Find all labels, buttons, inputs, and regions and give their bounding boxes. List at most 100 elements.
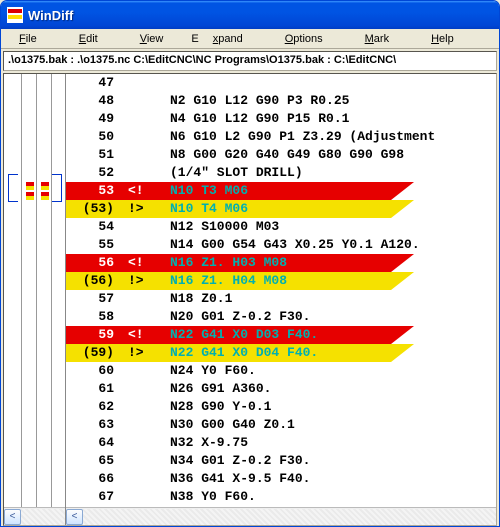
code-text: N26 G91 A360.	[168, 380, 496, 398]
line-number: 54	[66, 218, 124, 236]
menu-expand[interactable]: Expand	[191, 33, 256, 45]
code-text: N10 T4 M06	[168, 200, 496, 218]
scroll-left-icon[interactable]: <	[66, 509, 83, 525]
diff-line-left[interactable]: 59<!N22 G41 X0 D03 F40.	[66, 326, 496, 344]
code-text: N10 T3 M06	[168, 182, 496, 200]
menu-mark[interactable]: Mark	[351, 33, 403, 45]
line-number: 51	[66, 146, 124, 164]
scroll-track[interactable]	[83, 509, 496, 525]
outline-panel[interactable]: <	[4, 74, 66, 525]
code-text	[168, 74, 496, 92]
outline-mark-right	[41, 186, 49, 190]
outline-bracket	[8, 174, 9, 202]
outline-mark-left	[26, 196, 34, 200]
diff-symbol: <!	[124, 182, 168, 200]
line-number: 49	[66, 110, 124, 128]
line-number: 48	[66, 92, 124, 110]
outline-mark-right	[41, 196, 49, 200]
scroll-left-icon[interactable]: <	[4, 509, 21, 525]
line-number: 61	[66, 380, 124, 398]
line-number: 67	[66, 488, 124, 506]
line-number: 60	[66, 362, 124, 380]
menu-edit[interactable]: Edit	[65, 33, 112, 45]
diff-line[interactable]: 62 N28 G90 Y-0.1	[66, 398, 496, 416]
menu-options[interactable]: Options	[271, 33, 337, 45]
line-number: 64	[66, 434, 124, 452]
menu-file[interactable]: File	[5, 33, 51, 45]
diff-line-left[interactable]: 56<!N16 Z1. H03 M08	[66, 254, 496, 272]
line-number: (56)	[66, 272, 124, 290]
outline-scrollbar[interactable]: <	[4, 507, 65, 525]
code-text: N34 G01 Z-0.2 F30.	[168, 452, 496, 470]
line-number: 57	[66, 290, 124, 308]
titlebar[interactable]: WinDiff	[1, 1, 499, 29]
line-number: 62	[66, 398, 124, 416]
diff-line[interactable]: 58N20 G01 Z-0.2 F30.	[66, 308, 496, 326]
diff-symbol	[124, 416, 168, 434]
diff-line[interactable]: 66 N36 G41 X-9.5 F40.	[66, 470, 496, 488]
diff-symbol	[124, 236, 168, 254]
diff-line[interactable]: 60 N24 Y0 F60.	[66, 362, 496, 380]
diff-line[interactable]: 48 N2 G10 L12 G90 P3 R0.25	[66, 92, 496, 110]
outline-bracket	[8, 174, 18, 175]
diff-line[interactable]: 51N8 G00 G20 G40 G49 G80 G90 G98	[66, 146, 496, 164]
diff-line[interactable]: 49N4 G10 L12 G90 P15 R0.1	[66, 110, 496, 128]
diff-line-left[interactable]: 53<!N10 T3 M06	[66, 182, 496, 200]
diff-line[interactable]: 57 N18 Z0.1	[66, 290, 496, 308]
diff-line[interactable]: 67N38 Y0 F60.	[66, 488, 496, 506]
line-number: 52	[66, 164, 124, 182]
code-text: N20 G01 Z-0.2 F30.	[168, 308, 496, 326]
outline-mark-left	[26, 186, 34, 190]
code-text: N36 G41 X-9.5 F40.	[168, 470, 496, 488]
diff-line-right[interactable]: (59)!>N22 G41 X0 D04 F40.	[66, 344, 496, 362]
scroll-track[interactable]	[21, 509, 65, 525]
diff-symbol	[124, 74, 168, 92]
windiff-app-icon	[7, 7, 23, 23]
line-number: 53	[66, 182, 124, 200]
line-number: 66	[66, 470, 124, 488]
diff-symbol	[124, 398, 168, 416]
pathbar: .\o1375.bak : .\o1375.nc C:\EditCNC\NC P…	[3, 51, 497, 71]
line-number: 56	[66, 254, 124, 272]
outline-bracket	[52, 201, 62, 202]
diff-line[interactable]: 50N6 G10 L2 G90 P1 Z3.29 (Adjustment	[66, 128, 496, 146]
diff-line[interactable]: 65 N34 G01 Z-0.2 F30.	[66, 452, 496, 470]
code-text: N22 G41 X0 D03 F40.	[168, 326, 496, 344]
diff-symbol	[124, 218, 168, 236]
diff-line-right[interactable]: (53)!>N10 T4 M06	[66, 200, 496, 218]
line-number: 63	[66, 416, 124, 434]
diff-symbol	[124, 110, 168, 128]
diff-line[interactable]: 55N14 G00 G54 G43 X0.25 Y0.1 A120.	[66, 236, 496, 254]
diff-symbol	[124, 452, 168, 470]
diff-symbol	[124, 488, 168, 506]
menu-help[interactable]: Help	[417, 33, 468, 45]
outline-divider	[21, 74, 22, 507]
diff-symbol	[124, 164, 168, 182]
code-text: N2 G10 L12 G90 P3 R0.25	[168, 92, 496, 110]
diff-line-right[interactable]: (56)!>N16 Z1. H04 M08	[66, 272, 496, 290]
menubar: File Edit View Expand Options Mark Help	[1, 29, 499, 49]
diff-line[interactable]: 61 N26 G91 A360.	[66, 380, 496, 398]
menu-view[interactable]: View	[126, 33, 178, 45]
diff-symbol	[124, 362, 168, 380]
diff-line[interactable]: 64N32 X-9.75	[66, 434, 496, 452]
code-text: N24 Y0 F60.	[168, 362, 496, 380]
diff-line[interactable]: 54N12 S10000 M03	[66, 218, 496, 236]
lines-container: 4748 N2 G10 L12 G90 P3 R0.2549N4 G10 L12 …	[66, 74, 496, 507]
content-scrollbar[interactable]: <	[66, 507, 496, 525]
code-text: (1/4" SLOT DRILL)	[168, 164, 496, 182]
diff-line[interactable]: 63 N30 G00 G40 Z0.1	[66, 416, 496, 434]
code-text: N30 G00 G40 Z0.1	[168, 416, 496, 434]
diff-line[interactable]: 47	[66, 74, 496, 92]
line-number: (59)	[66, 344, 124, 362]
code-text: N14 G00 G54 G43 X0.25 Y0.1 A120.	[168, 236, 496, 254]
diff-symbol: <!	[124, 254, 168, 272]
code-text: N18 Z0.1	[168, 290, 496, 308]
diff-symbol	[124, 146, 168, 164]
outline-bracket	[61, 174, 62, 202]
diff-line[interactable]: 52 (1/4" SLOT DRILL)	[66, 164, 496, 182]
workarea: < 4748 N2 G10 L12 G90 P3 R0.2549N4 G10 L1…	[3, 73, 497, 526]
code-text: N28 G90 Y-0.1	[168, 398, 496, 416]
line-number: 65	[66, 452, 124, 470]
line-number: (53)	[66, 200, 124, 218]
